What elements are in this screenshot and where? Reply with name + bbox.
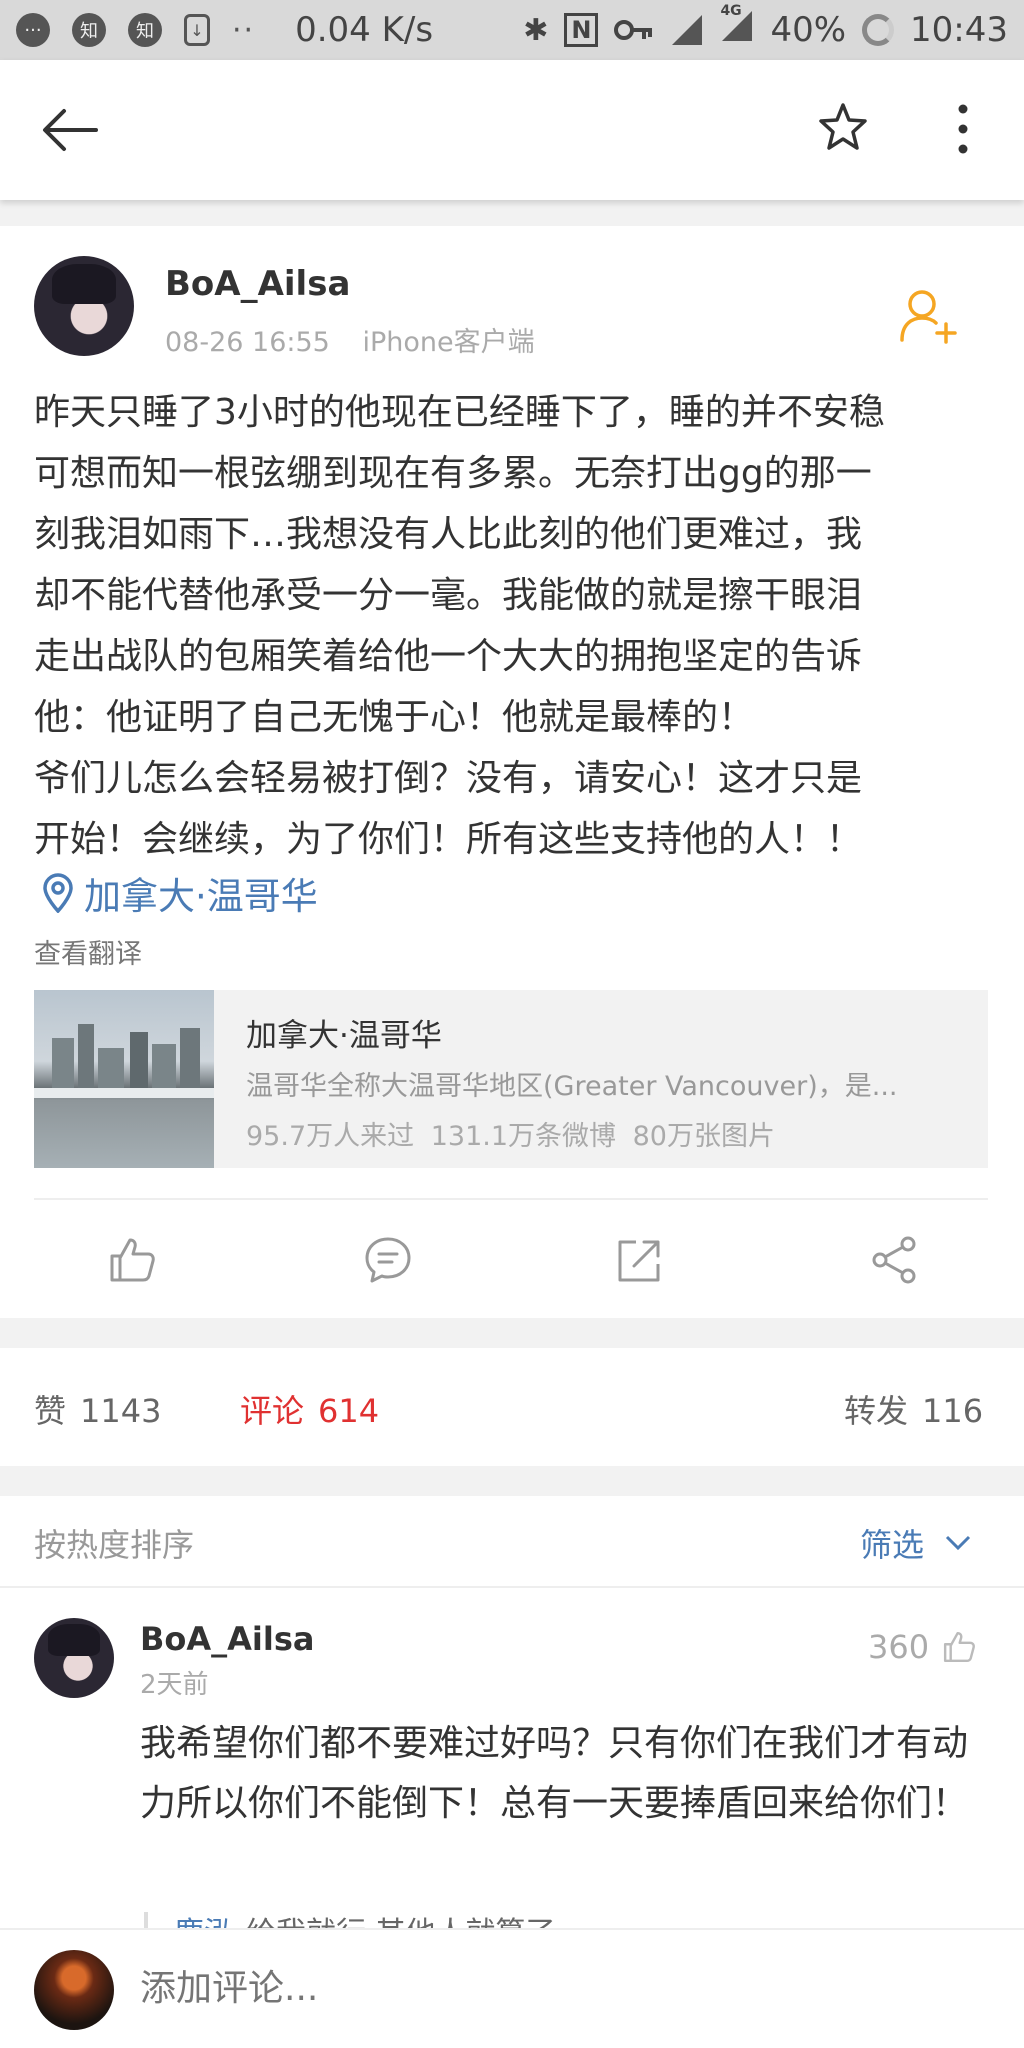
back-arrow-icon[interactable] bbox=[40, 105, 100, 155]
zhihu-notification-icon-2: 知 bbox=[128, 13, 162, 47]
current-user-avatar bbox=[34, 1950, 114, 2030]
engagement-stats-bar: 赞 1143 评论 614 转发 116 bbox=[0, 1348, 1024, 1466]
battery-percent: 40% bbox=[770, 10, 847, 50]
view-translation-link[interactable]: 查看翻译 bbox=[34, 932, 142, 971]
bluetooth-icon: ✱ bbox=[523, 12, 549, 48]
add-comment-input[interactable] bbox=[140, 1968, 980, 2009]
comment-like-button[interactable]: 360 bbox=[868, 1628, 977, 1666]
comment-author-name[interactable]: BoA_Ailsa bbox=[140, 1620, 314, 1658]
filter-label: 筛选 bbox=[860, 1526, 925, 1564]
favorite-star-icon[interactable] bbox=[818, 102, 868, 152]
post-text-line: 走出战队的包厢笑着给他一个大大的拥抱坚定的告诉 bbox=[34, 636, 863, 677]
net-speed: 0.04 K/s bbox=[295, 10, 434, 50]
likes-count: 1143 bbox=[80, 1392, 162, 1430]
follow-user-icon[interactable] bbox=[898, 288, 958, 344]
zhihu-notification-icon: 知 bbox=[72, 13, 106, 47]
reposts-tab[interactable]: 转发 116 bbox=[844, 1386, 983, 1432]
post-text-line: 爷们儿怎么会轻易被打倒？没有，请安心！这才只是 bbox=[34, 758, 863, 799]
signal-4g-icon: 4G bbox=[720, 3, 754, 52]
like-thumb-icon[interactable] bbox=[106, 1234, 158, 1286]
download-icon: ↓ bbox=[184, 14, 210, 46]
top-navigation-bar bbox=[0, 60, 1024, 200]
post-author-avatar[interactable] bbox=[34, 256, 134, 356]
divider bbox=[0, 1586, 1024, 1588]
battery-ring-icon bbox=[862, 14, 895, 46]
location-card-title: 加拿大·温哥华 bbox=[246, 1018, 442, 1054]
comment-bubble-icon[interactable] bbox=[362, 1234, 414, 1286]
signal-type-label: 4G bbox=[720, 2, 742, 19]
chevron-down-icon bbox=[945, 1535, 971, 1551]
sort-by-hot-button[interactable]: 按热度排序 bbox=[34, 1520, 194, 1566]
location-visitors: 95.7万人来过 bbox=[246, 1121, 415, 1152]
like-thumb-icon bbox=[944, 1631, 975, 1663]
post-source: iPhone客户端 bbox=[362, 327, 535, 358]
comment-text: 我希望你们都不要难过好吗？只有你们在我们才有动力所以你们不能倒下！总有一天要捧盾… bbox=[140, 1723, 969, 1824]
reposts-label: 转发 bbox=[844, 1392, 909, 1430]
comment-like-count: 360 bbox=[868, 1628, 930, 1666]
post-body-text: 昨天只睡了3小时的他现在已经睡下了，睡的并不安稳 可想而知一根弦绷到现在有多累。… bbox=[34, 382, 994, 870]
post-text-line: 开始！会继续，为了你们！所有这些支持他的人！！ bbox=[34, 819, 863, 860]
likes-tab[interactable]: 赞 1143 bbox=[34, 1386, 161, 1432]
post-text-line: 可想而知一根弦绷到现在有多累。无奈打出gg的那一 bbox=[34, 453, 872, 494]
location-pin-icon bbox=[43, 873, 73, 913]
post-text-line: 他：他证明了自己无愧于心！他就是最棒的！ bbox=[34, 697, 755, 738]
repost-icon[interactable] bbox=[614, 1234, 666, 1286]
comments-label: 评论 bbox=[240, 1392, 305, 1430]
post-action-bar bbox=[0, 1216, 1024, 1316]
share-icon[interactable] bbox=[868, 1234, 920, 1286]
divider bbox=[34, 1198, 988, 1200]
location-card[interactable]: 加拿大·温哥华 温哥华全称大温哥华地区(Greater Vancouver)，是… bbox=[34, 990, 988, 1168]
vpn-key-icon bbox=[614, 20, 653, 40]
post-text-line: 刻我泪如雨下…我想没有人比此刻的他们更难过，我 bbox=[34, 514, 863, 555]
post-time: 08-26 16:55 bbox=[165, 327, 330, 358]
comments-count: 614 bbox=[318, 1392, 380, 1430]
comment-time: 2天前 bbox=[140, 1670, 209, 1700]
location-label: 加拿大·温哥华 bbox=[84, 875, 318, 918]
location-card-description: 温哥华全称大温哥华地区(Greater Vancouver)，是... bbox=[246, 1071, 898, 1102]
clock: 10:43 bbox=[910, 10, 1008, 50]
likes-label: 赞 bbox=[34, 1392, 67, 1430]
vancouver-photo bbox=[34, 990, 214, 1168]
location-tag[interactable]: 加拿大·温哥华 bbox=[42, 866, 318, 920]
status-bar: ··· 知 知 ↓ ·· 0.04 K/s ✱ N 4G 40% 10:43 bbox=[0, 0, 1024, 60]
comments-tab[interactable]: 评论 614 bbox=[240, 1386, 379, 1432]
more-notifications-icon: ·· bbox=[232, 12, 256, 48]
more-options-icon[interactable] bbox=[950, 102, 976, 156]
signal-icon bbox=[672, 15, 703, 45]
post-text-line: 昨天只睡了3小时的他现在已经睡下了，睡的并不安稳 bbox=[34, 392, 885, 433]
nfc-icon: N bbox=[564, 13, 599, 47]
post-text-line: 却不能代替他承受一分一毫。我能做的就是擦干眼泪 bbox=[34, 575, 863, 616]
location-photos: 80万张图片 bbox=[632, 1121, 775, 1152]
comment-compose-bar bbox=[0, 1928, 1024, 2048]
location-posts: 131.1万条微博 bbox=[430, 1121, 617, 1152]
location-card-stats: 95.7万人来过 131.1万条微博 80万张图片 bbox=[246, 1114, 775, 1153]
post-author-name[interactable]: BoA_Ailsa bbox=[165, 264, 350, 304]
post-meta: 08-26 16:55 iPhone客户端 bbox=[165, 320, 535, 359]
reposts-count: 116 bbox=[922, 1392, 984, 1430]
weibo-post-card: BoA_Ailsa 08-26 16:55 iPhone客户端 昨天只睡了3小时… bbox=[0, 226, 1024, 1318]
chat-bubble-icon: ··· bbox=[16, 13, 50, 47]
comment-author-avatar[interactable] bbox=[34, 1618, 114, 1698]
filter-button[interactable]: 筛选 bbox=[860, 1520, 972, 1566]
